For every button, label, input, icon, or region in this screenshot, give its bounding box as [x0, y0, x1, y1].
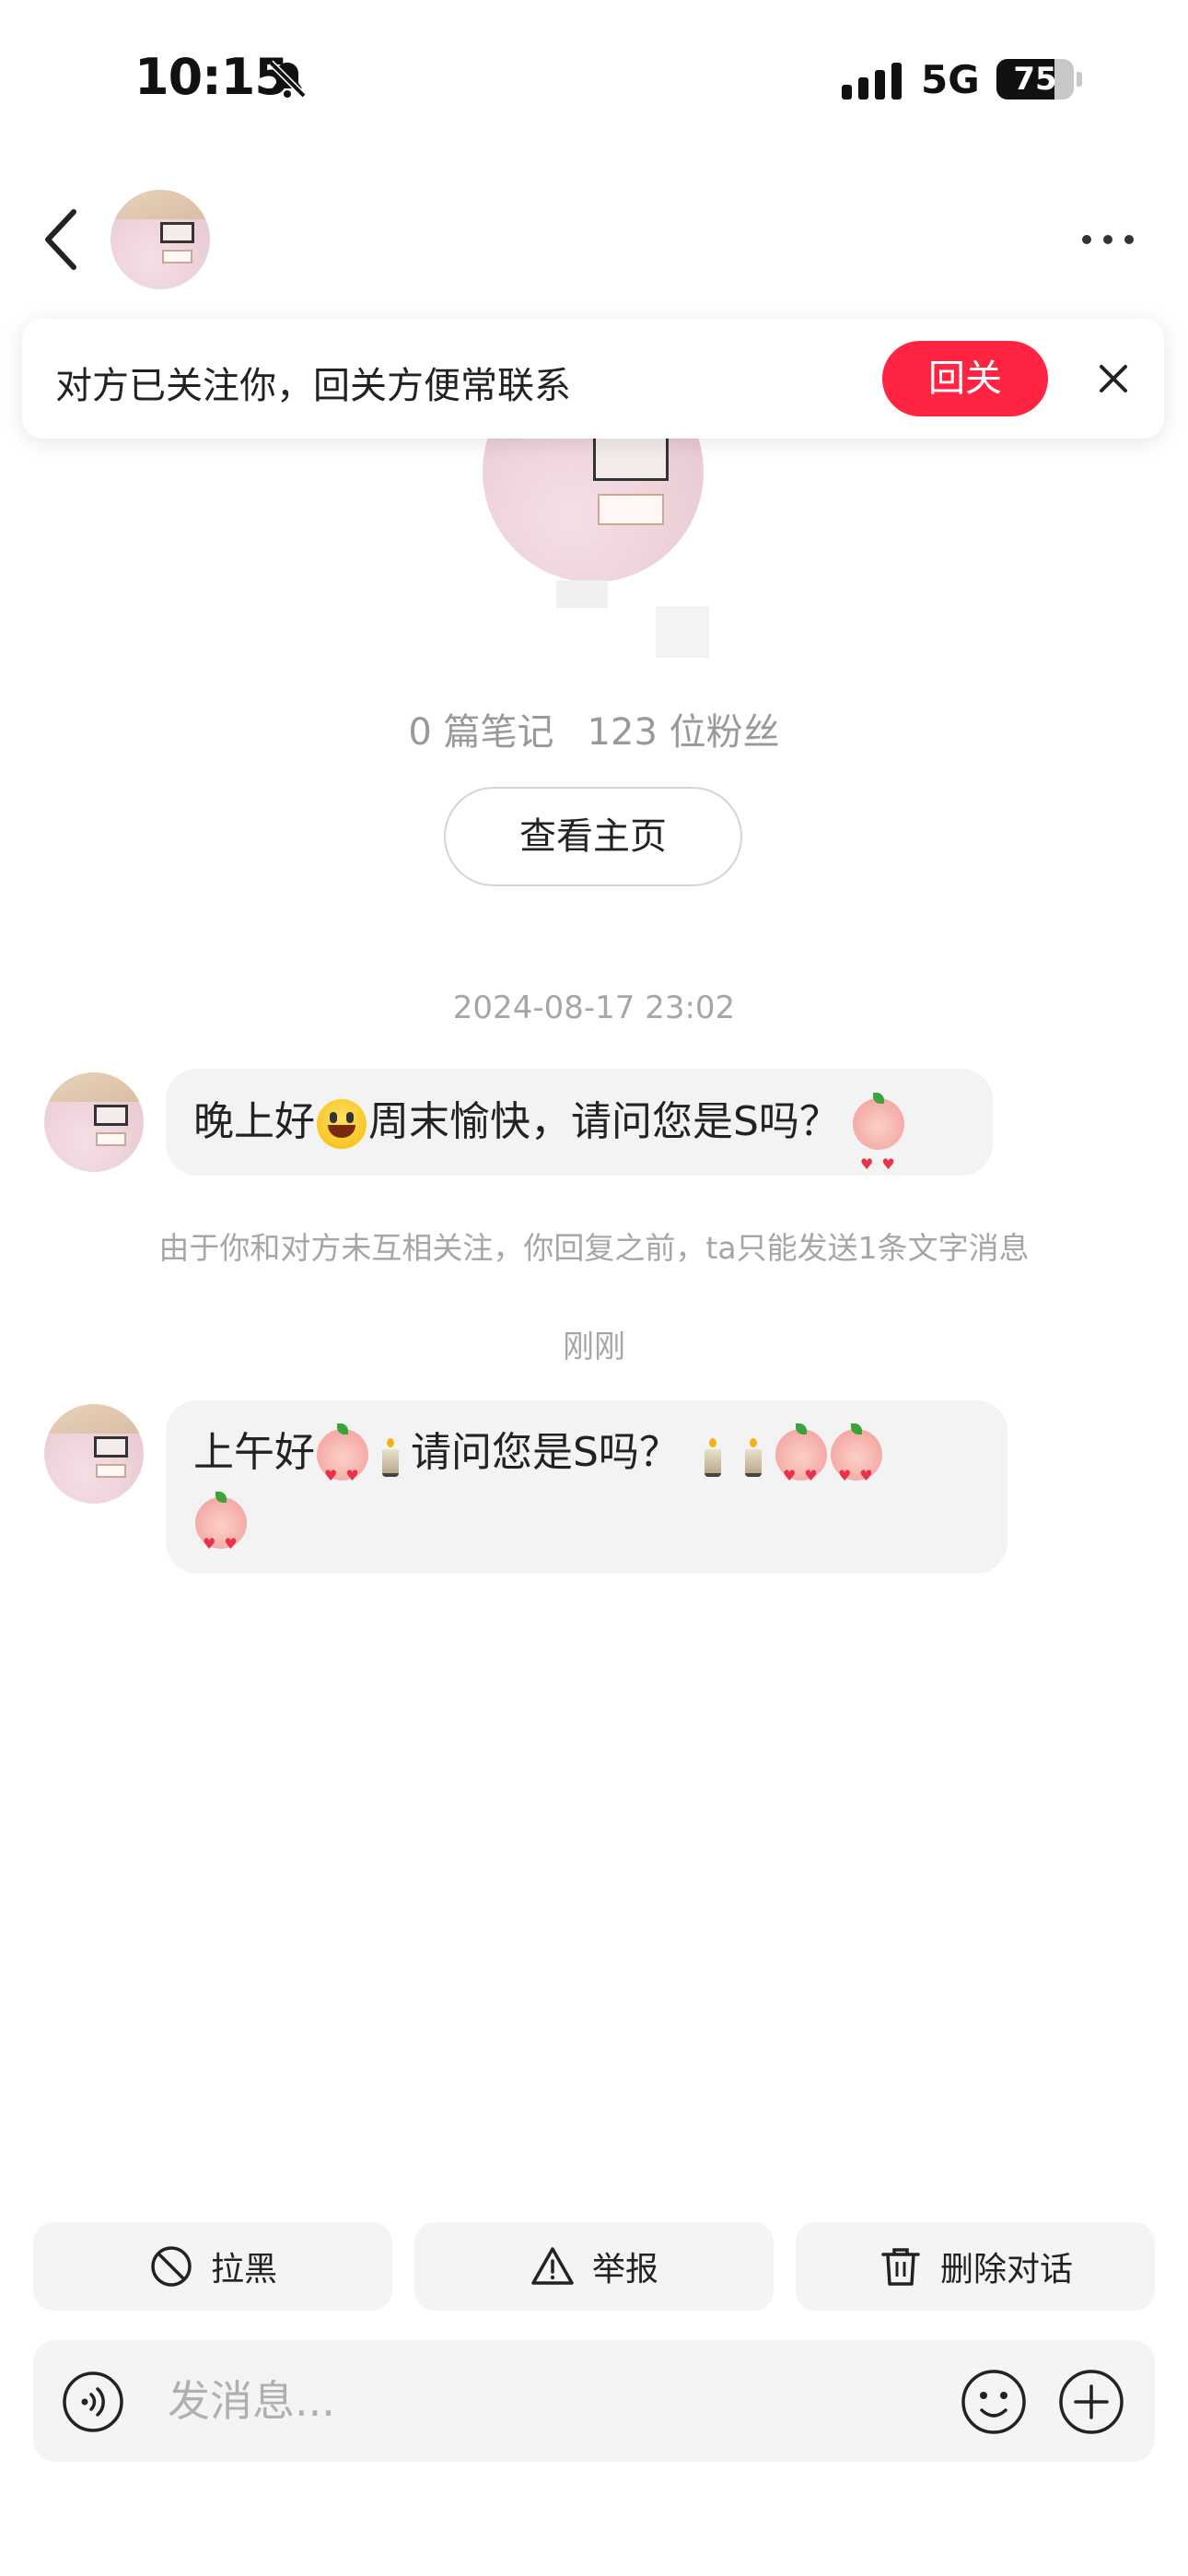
message-input[interactable]	[168, 2364, 941, 2438]
candle-emoji-icon	[742, 1433, 764, 1477]
heart-eyes-peach-emoji-icon	[775, 1423, 827, 1510]
warning-icon	[531, 2247, 574, 2285]
message-text: 周末愉快，请问您是S吗？	[368, 1098, 840, 1145]
delete-conversation-button[interactable]: 删除对话	[796, 2222, 1155, 2311]
network-type: 5G	[921, 57, 980, 102]
trash-icon	[881, 2248, 920, 2286]
redacted-name-extra	[656, 606, 709, 658]
message-bubble[interactable]: 上午好 请问您是S吗？	[166, 1400, 1007, 1578]
message-timestamp: 2024-08-17 23:02	[452, 989, 736, 1026]
message-text: 请问您是S吗？	[411, 1429, 680, 1476]
header-avatar[interactable]	[111, 190, 210, 289]
report-button[interactable]: 举报	[414, 2222, 774, 2311]
sender-avatar[interactable]	[44, 1072, 144, 1172]
message-bubble[interactable]: 晚上好 周末愉快，请问您是S吗？	[166, 1069, 993, 1218]
heart-eyes-peach-emoji-icon	[830, 1423, 882, 1510]
view-profile-button[interactable]: 查看主页	[444, 787, 742, 886]
profile-stats: 0 篇笔记 123 位粉丝	[0, 702, 1188, 755]
delete-label: 删除对话	[939, 2250, 1073, 2288]
close-icon[interactable]	[1092, 357, 1135, 400]
redacted-name	[556, 580, 608, 608]
voice-input-icon[interactable]	[61, 2370, 125, 2434]
message-timestamp: 刚刚	[563, 1329, 625, 1365]
battery-cap	[1077, 72, 1082, 87]
more-options-icon[interactable]	[1076, 221, 1140, 258]
candle-emoji-icon	[379, 1433, 402, 1477]
fans-count: 123 位粉丝	[587, 711, 780, 754]
silent-bell-icon	[268, 60, 307, 99]
notes-count: 0 篇笔记	[408, 711, 554, 754]
avatar-image	[111, 190, 210, 289]
emoji-picker-icon[interactable]	[960, 2368, 1028, 2436]
banner-text: 对方已关注你，回关方便常联系	[55, 365, 571, 407]
heart-eyes-peach-emoji-icon	[195, 1492, 247, 1578]
sender-avatar[interactable]	[44, 1404, 144, 1504]
heart-eyes-peach-emoji-icon	[852, 1093, 904, 1218]
back-chevron-icon[interactable]	[37, 205, 88, 275]
battery-level: 75	[1013, 61, 1057, 98]
follow-back-banner: 对方已关注你，回关方便常联系 回关	[22, 319, 1164, 439]
follow-back-button[interactable]: 回关	[882, 341, 1048, 416]
heart-eyes-peach-emoji-icon	[317, 1423, 368, 1510]
battery-icon: 75	[996, 59, 1074, 100]
candle-emoji-icon	[702, 1433, 724, 1477]
signal-icon	[842, 63, 902, 100]
block-label: 拉黑	[210, 2250, 277, 2288]
block-icon	[151, 2246, 192, 2287]
limit-notice: 由于你和对方未互相关注，你回复之前，ta只能发送1条文字消息	[158, 1230, 1030, 1266]
conversation-actions: 拉黑 举报 删除对话	[33, 2222, 1155, 2311]
block-button[interactable]: 拉黑	[33, 2222, 392, 2311]
smiley-emoji-icon	[317, 1099, 367, 1149]
add-attachment-icon[interactable]	[1057, 2368, 1125, 2436]
report-label: 举报	[591, 2250, 658, 2288]
message-text: 上午好	[193, 1429, 315, 1476]
message-input-bar	[33, 2340, 1155, 2462]
message-text: 晚上好	[193, 1098, 315, 1145]
status-bar: 10:15 5G 75	[0, 0, 1188, 157]
